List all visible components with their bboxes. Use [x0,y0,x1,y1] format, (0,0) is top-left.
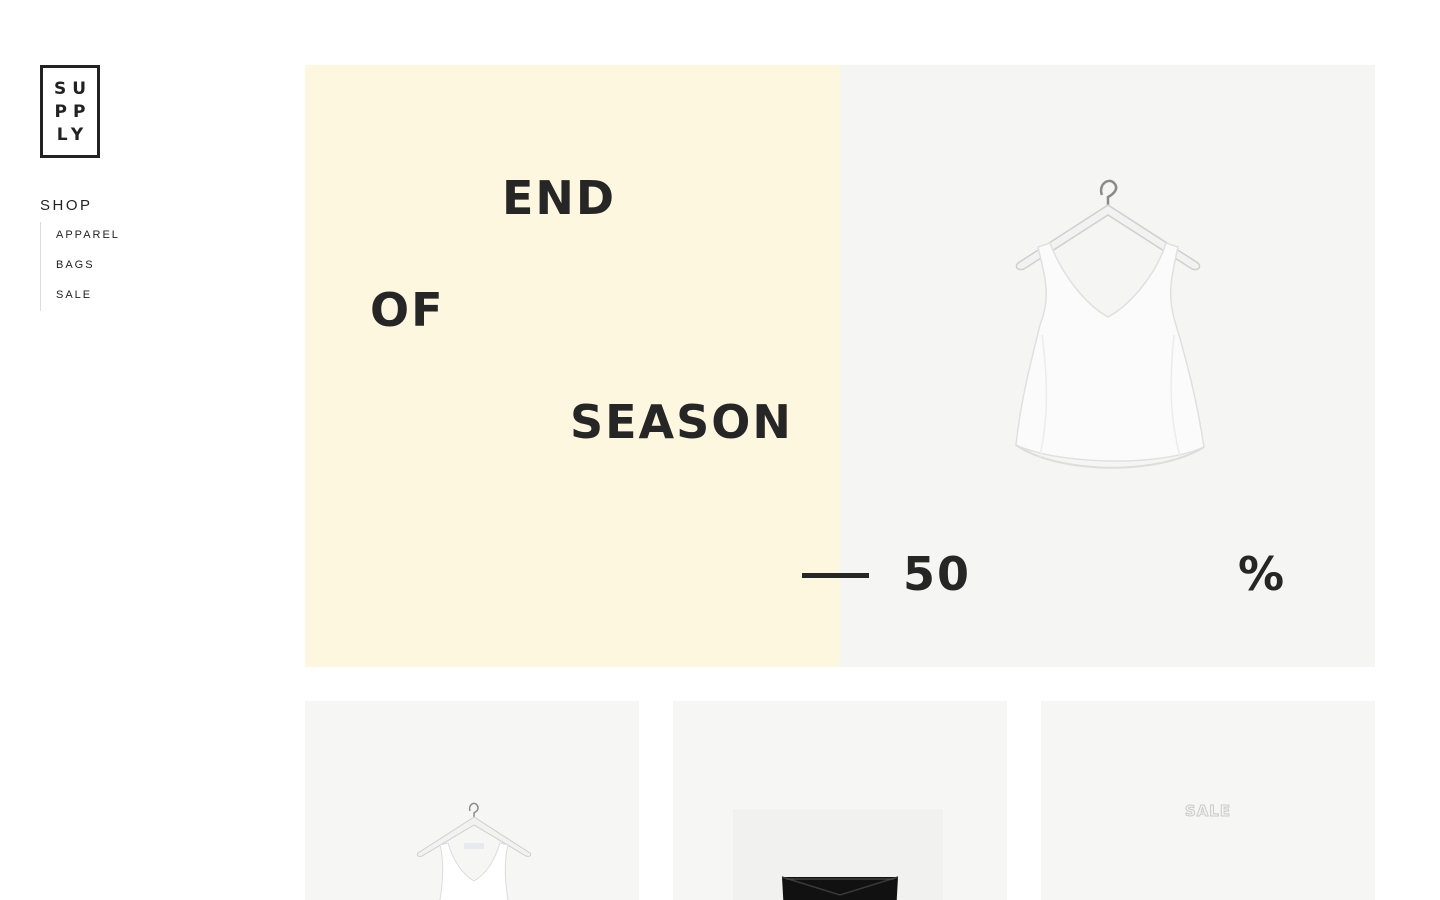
shop-heading[interactable]: SHOP [40,197,93,214]
product-card-bags[interactable] [673,701,1007,900]
hero-product-image [1015,179,1205,469]
hero-left-panel [305,65,840,667]
hero-word-season: SEASON [570,395,793,449]
hero-discount-symbol: % [1238,547,1287,601]
product-image-clutch-bag [781,876,899,900]
hero-dash [802,573,869,578]
product-card-sale[interactable]: SALE [1041,701,1375,900]
shop-menu: APPAREL BAGS SALE [40,222,160,311]
logo[interactable]: SU PP LY [40,65,100,158]
hero-banner[interactable]: END OF SEASON 50 % [305,65,1375,667]
product-image-tank-top [416,802,532,900]
page: SU PP LY SHOP APPAREL BAGS SALE END OF S… [0,0,1440,900]
logo-line-2: PP [54,101,92,122]
hero-word-of: OF [370,283,445,337]
sidebar-item-apparel[interactable]: APPAREL [56,222,160,252]
logo-line-3: LY [56,124,90,145]
logo-line-1: SU [53,78,93,99]
sidebar-item-sale[interactable]: SALE [56,282,160,312]
product-card-apparel[interactable] [305,701,639,900]
hero-word-end: END [502,171,617,225]
sale-label: SALE [1184,802,1232,821]
sidebar-item-bags[interactable]: BAGS [56,252,160,282]
hero-discount-number: 50 [903,547,972,601]
